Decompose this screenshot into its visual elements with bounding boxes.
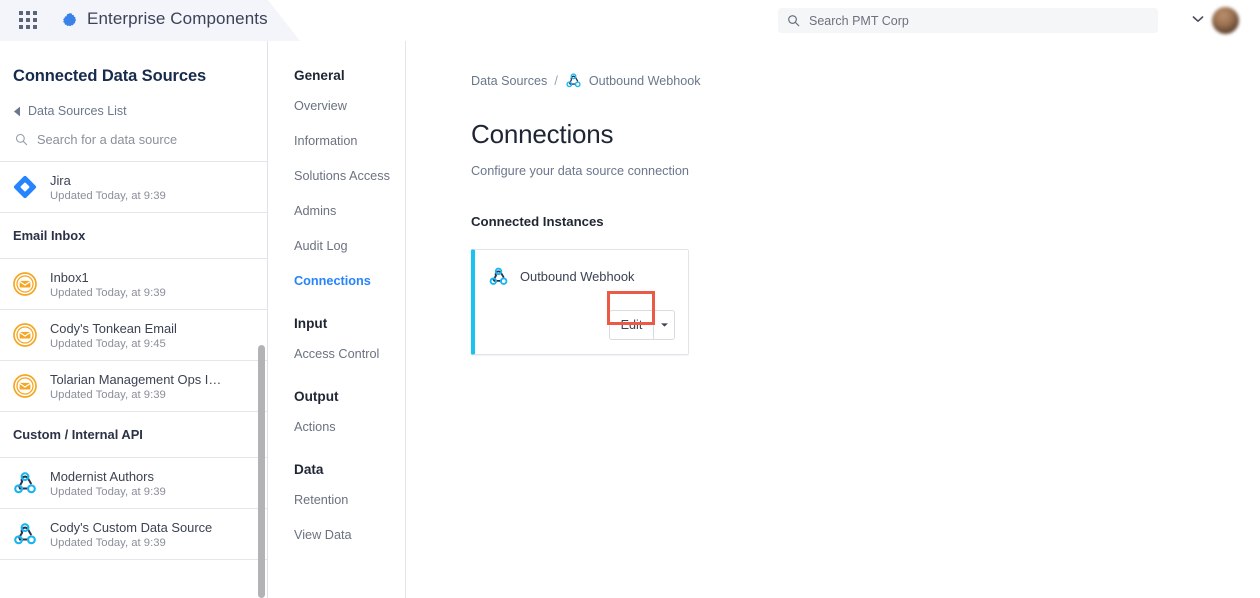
nav-item-admins[interactable]: Admins	[269, 204, 405, 218]
top-header-bar: Enterprise Components	[0, 0, 1260, 41]
data-source-list: JiraUpdated Today, at 9:39Email InboxInb…	[0, 162, 267, 560]
page-subtitle: Configure your data source connection	[471, 164, 1260, 178]
list-item-name: Tolarian Management Ops I…	[50, 372, 221, 387]
list-item-updated: Updated Today, at 9:39	[50, 537, 212, 549]
list-item[interactable]: Tolarian Management Ops I… Updated Today,…	[0, 361, 267, 412]
webhook-icon	[12, 470, 38, 496]
app-grid-icon[interactable]	[19, 11, 41, 31]
list-item-name: Modernist Authors	[50, 469, 166, 484]
webhook-icon	[565, 72, 582, 89]
settings-nav: General Overview Information Solutions Acce…	[269, 41, 406, 598]
back-to-data-sources-list[interactable]: Data Sources List	[0, 86, 267, 118]
back-link-label: Data Sources List	[28, 104, 127, 118]
nav-group-title: Output	[269, 389, 405, 404]
nav-group-title: General	[269, 68, 405, 83]
sidebar-title: Connected Data Sources	[0, 41, 267, 86]
nav-item-overview[interactable]: Overview	[269, 99, 405, 113]
section-title-connected-instances: Connected Instances	[471, 214, 1260, 229]
breadcrumb: Data Sources / Outbound Webhook	[471, 72, 1260, 89]
list-item-name: Cody's Custom Data Source	[50, 520, 212, 535]
brand-logo-icon	[60, 11, 80, 31]
search-icon	[15, 133, 28, 146]
list-item-name: Inbox1	[50, 270, 166, 285]
data-source-search[interactable]	[0, 118, 267, 147]
webhook-icon	[12, 521, 38, 547]
nav-item-view-data[interactable]: View Data	[269, 528, 405, 542]
list-item-name: Jira	[50, 173, 166, 188]
nav-item-connections[interactable]: Connections	[269, 274, 405, 288]
nav-item-solutions-access[interactable]: Solutions Access	[269, 169, 405, 183]
breadcrumb-current[interactable]: Outbound Webhook	[589, 74, 701, 88]
list-item[interactable]: Cody's Custom Data Source Updated Today, …	[0, 509, 267, 560]
jira-icon	[12, 174, 38, 200]
list-item-name: Cody's Tonkean Email	[50, 321, 177, 336]
back-arrow-icon	[13, 106, 21, 117]
data-source-search-input[interactable]	[37, 132, 247, 147]
data-source-group-header: Email Inbox	[0, 213, 267, 259]
data-source-group-header: Custom / Internal API	[0, 412, 267, 458]
email-icon	[12, 271, 38, 297]
nav-item-actions[interactable]: Actions	[269, 420, 405, 434]
connected-data-sources-sidebar: Connected Data Sources Data Sources List…	[0, 41, 268, 598]
nav-group-title: Input	[269, 316, 405, 331]
list-item[interactable]: Modernist Authors Updated Today, at 9:39	[0, 458, 267, 509]
list-item-updated: Updated Today, at 9:39	[50, 287, 166, 299]
sidebar-scrollbar[interactable]	[258, 345, 265, 598]
edit-button[interactable]: Edit	[609, 310, 653, 340]
nav-item-retention[interactable]: Retention	[269, 493, 405, 507]
nav-item-audit-log[interactable]: Audit Log	[269, 239, 405, 253]
list-item-updated: Updated Today, at 9:39	[50, 389, 221, 401]
chevron-down-icon	[660, 322, 669, 328]
breadcrumb-separator: /	[554, 74, 558, 88]
list-item[interactable]: Inbox1 Updated Today, at 9:39	[0, 259, 267, 310]
list-item[interactable]: Jira Updated Today, at 9:39	[0, 162, 267, 213]
list-item-updated: Updated Today, at 9:39	[50, 486, 166, 498]
global-search[interactable]	[778, 8, 1158, 33]
email-icon	[12, 322, 38, 348]
search-input[interactable]	[809, 11, 1139, 31]
list-item-updated: Updated Today, at 9:39	[50, 190, 166, 202]
search-icon	[787, 14, 800, 27]
connected-instance-card[interactable]: Outbound Webhook Edit	[471, 249, 689, 355]
nav-item-access-control[interactable]: Access Control	[269, 347, 405, 361]
chevron-down-icon[interactable]	[1192, 15, 1204, 23]
instance-header: Outbound Webhook	[475, 250, 688, 287]
app-title: Enterprise Components	[87, 9, 268, 29]
instance-actions: Edit	[609, 310, 675, 340]
main-content: Data Sources / Outbound Webhook Connecti…	[407, 41, 1260, 598]
webhook-icon	[488, 266, 509, 287]
avatar[interactable]	[1212, 7, 1239, 34]
list-item[interactable]: Cody's Tonkean Email Updated Today, at 9:…	[0, 310, 267, 361]
page-title: Connections	[471, 119, 1260, 150]
nav-item-information[interactable]: Information	[269, 134, 405, 148]
edit-dropdown-button[interactable]	[653, 310, 675, 340]
nav-group-title: Data	[269, 462, 405, 477]
breadcrumb-data-sources[interactable]: Data Sources	[471, 74, 547, 88]
list-item-updated: Updated Today, at 9:45	[50, 338, 177, 350]
email-icon	[12, 373, 38, 399]
instance-name: Outbound Webhook	[520, 269, 634, 284]
